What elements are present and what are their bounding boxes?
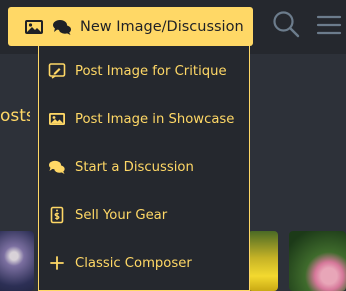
menu-item-label: Start a Discussion <box>75 159 194 175</box>
chat-bubbles-icon <box>48 158 66 176</box>
menu-item-label: Post Image in Showcase <box>75 111 235 127</box>
search-icon[interactable] <box>272 10 300 38</box>
price-tag-icon <box>48 206 66 224</box>
critique-icon <box>48 62 66 80</box>
hamburger-menu-icon[interactable] <box>316 13 342 37</box>
chat-bubbles-icon <box>52 17 72 37</box>
menu-item-label: Post Image for Critique <box>75 63 227 79</box>
plus-icon <box>48 254 66 272</box>
menu-item-start-a-discussion[interactable]: Start a Discussion <box>39 150 249 184</box>
menu-item-post-image-for-critique[interactable]: Post Image for Critique <box>39 54 249 88</box>
menu-item-classic-composer[interactable]: Classic Composer <box>39 246 249 280</box>
new-post-dropdown-menu: Post Image for Critique Post Image in Sh… <box>38 46 250 291</box>
gallery-thumbnail[interactable] <box>0 231 34 291</box>
gallery-thumbnail[interactable] <box>248 231 278 291</box>
image-icon <box>48 110 66 128</box>
gallery-thumbnail[interactable] <box>289 231 346 291</box>
new-image-discussion-button[interactable]: New Image/Discussion <box>8 7 253 46</box>
image-icon <box>24 17 44 37</box>
menu-item-label: Classic Composer <box>75 255 192 271</box>
menu-item-post-image-in-showcase[interactable]: Post Image in Showcase <box>39 102 249 136</box>
menu-item-label: Sell Your Gear <box>75 207 168 223</box>
section-heading-partial: osts <box>0 106 30 126</box>
menu-item-sell-your-gear[interactable]: Sell Your Gear <box>39 198 249 232</box>
new-image-discussion-label: New Image/Discussion <box>80 18 244 35</box>
